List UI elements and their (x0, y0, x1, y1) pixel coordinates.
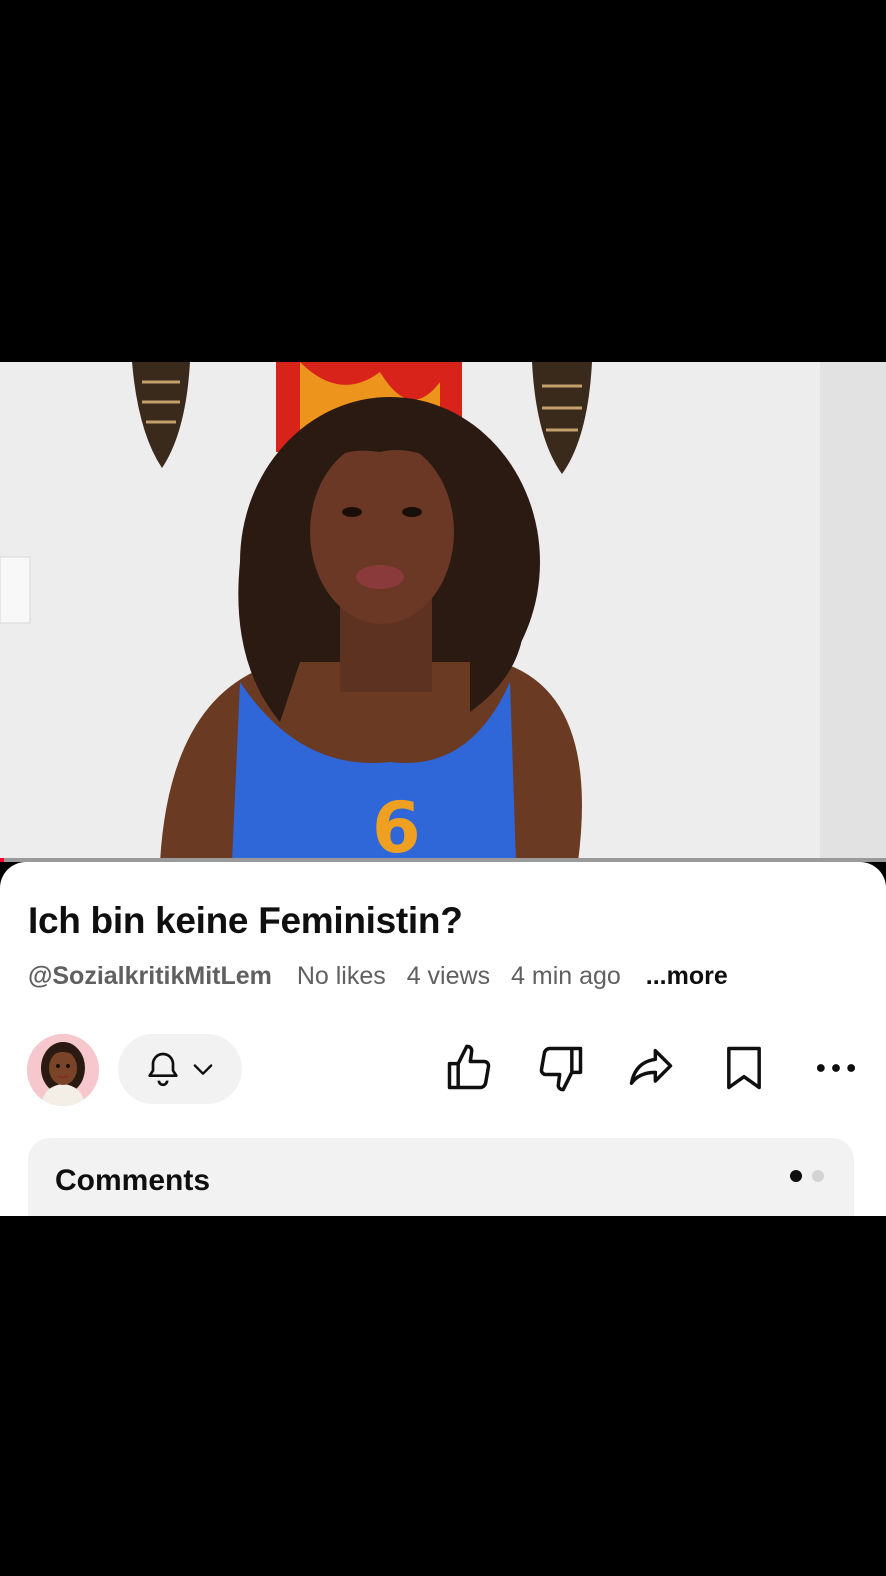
like-button[interactable] (441, 1040, 497, 1096)
comments-title: Comments (55, 1164, 211, 1197)
svg-text:6: 6 (372, 787, 421, 862)
video-info-sheet: Ich bin keine Feministin? @SozialkritikM… (0, 862, 886, 1216)
channel-handle[interactable]: @SozialkritikMitLem (28, 962, 272, 990)
avatar-image (27, 1034, 99, 1106)
share-icon (629, 1048, 673, 1085)
save-button[interactable] (716, 1040, 772, 1096)
notifications-button[interactable] (118, 1034, 242, 1104)
video-title[interactable]: Ich bin keine Feministin? (28, 900, 463, 942)
video-frame-image: 6 (0, 362, 886, 862)
likes-count: No likes (296, 962, 386, 990)
views-count: 4 views (406, 962, 491, 990)
bookmark-icon (727, 1046, 761, 1090)
thumbs-up-icon (447, 1044, 491, 1090)
upload-time: 4 min ago (511, 962, 621, 990)
more-icon (816, 1064, 856, 1072)
video-player[interactable]: 6 (0, 362, 886, 862)
comments-section[interactable]: Comments (28, 1138, 854, 1216)
chevron-down-icon (193, 1064, 213, 1075)
share-button[interactable] (623, 1040, 679, 1096)
bell-icon (148, 1052, 178, 1087)
video-progress-fill (0, 858, 5, 862)
page-indicator-dot (790, 1170, 802, 1182)
thumbs-down-icon (539, 1046, 583, 1092)
video-meta-row[interactable]: @SozialkritikMitLem No likes 4 views 4 m… (28, 962, 742, 991)
page-indicator-dot (812, 1170, 824, 1182)
more-options-button[interactable] (808, 1040, 864, 1096)
dislike-button[interactable] (533, 1040, 589, 1096)
more-link[interactable]: ...more (646, 962, 728, 990)
comments-page-indicator (790, 1170, 824, 1182)
channel-avatar[interactable] (27, 1034, 99, 1106)
